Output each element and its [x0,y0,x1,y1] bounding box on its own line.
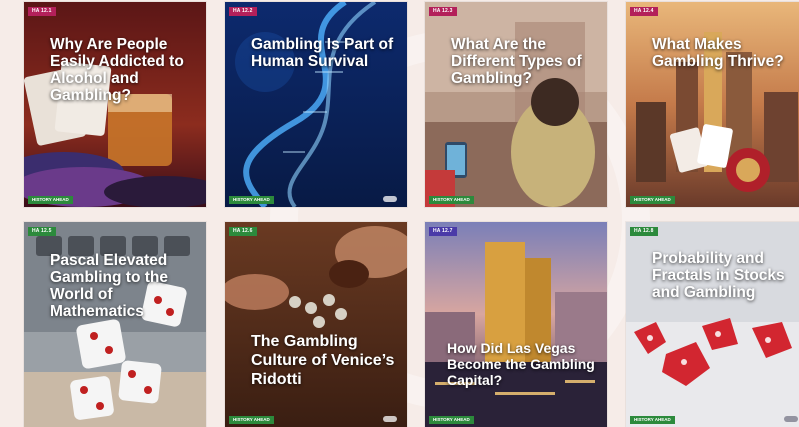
card-footer-tag: HISTORY AHEAD [630,416,675,424]
card-title: Probability and Fractals in Stocks and G… [652,250,785,301]
card-footer-tag: HISTORY AHEAD [229,416,274,424]
article-card-human-survival[interactable]: HA 12.2 Gambling Is Part of Human Surviv… [225,2,407,207]
card-image [225,222,407,427]
card-tag: HA 12.1 [28,7,56,16]
card-title: Why Are People Easily Addicted to Alcoho… [50,36,184,104]
card-tag: HA 12.5 [28,227,56,236]
card-image [425,222,607,427]
card-title: What Are the Different Types of Gambling… [451,36,582,87]
card-tag: HA 12.8 [630,227,658,236]
card-tag: HA 12.6 [229,227,257,236]
article-card-pascal-mathematics[interactable]: HA 12.5 Pascal Elevated Gambling to the … [24,222,206,427]
card-footer-tag: HISTORY AHEAD [229,196,274,204]
card-tag: HA 12.7 [429,227,457,236]
card-footer-tag: HISTORY AHEAD [429,196,474,204]
card-image [425,2,607,207]
card-title: Pascal Elevated Gambling to the World of… [50,252,168,320]
publisher-logo [784,416,798,422]
card-title: What Makes Gambling Thrive? [652,36,784,70]
article-card-gambling-thrive[interactable]: HA 12.4 What Makes Gambling Thrive? HIST… [626,2,799,207]
card-tag: HA 12.2 [229,7,257,16]
card-image [24,2,206,207]
article-card-las-vegas[interactable]: HA 12.7 How Did Las Vegas Become the Gam… [425,222,607,427]
card-image [626,2,799,207]
card-tag: HA 12.3 [429,7,457,16]
card-footer-tag: HISTORY AHEAD [28,196,73,204]
article-card-venice-ridotti[interactable]: HA 12.6 The Gambling Culture of Venice’s… [225,222,407,427]
article-card-probability-fractals[interactable]: HA 12.8 Probability and Fractals in Stoc… [626,222,799,427]
publisher-logo [383,416,397,422]
card-footer-tag: HISTORY AHEAD [429,416,474,424]
card-footer-tag: HISTORY AHEAD [630,196,675,204]
card-tag: HA 12.4 [630,7,658,16]
article-card-alcohol-gambling[interactable]: HA 12.1 Why Are People Easily Addicted t… [24,2,206,207]
publisher-logo [383,196,397,202]
card-title: How Did Las Vegas Become the Gambling Ca… [447,340,595,388]
card-title: Gambling Is Part of Human Survival [251,36,394,70]
card-image [225,2,407,207]
card-title: The Gambling Culture of Venice’s Ridotti [251,333,395,388]
article-card-types-of-gambling[interactable]: HA 12.3 What Are the Different Types of … [425,2,607,207]
